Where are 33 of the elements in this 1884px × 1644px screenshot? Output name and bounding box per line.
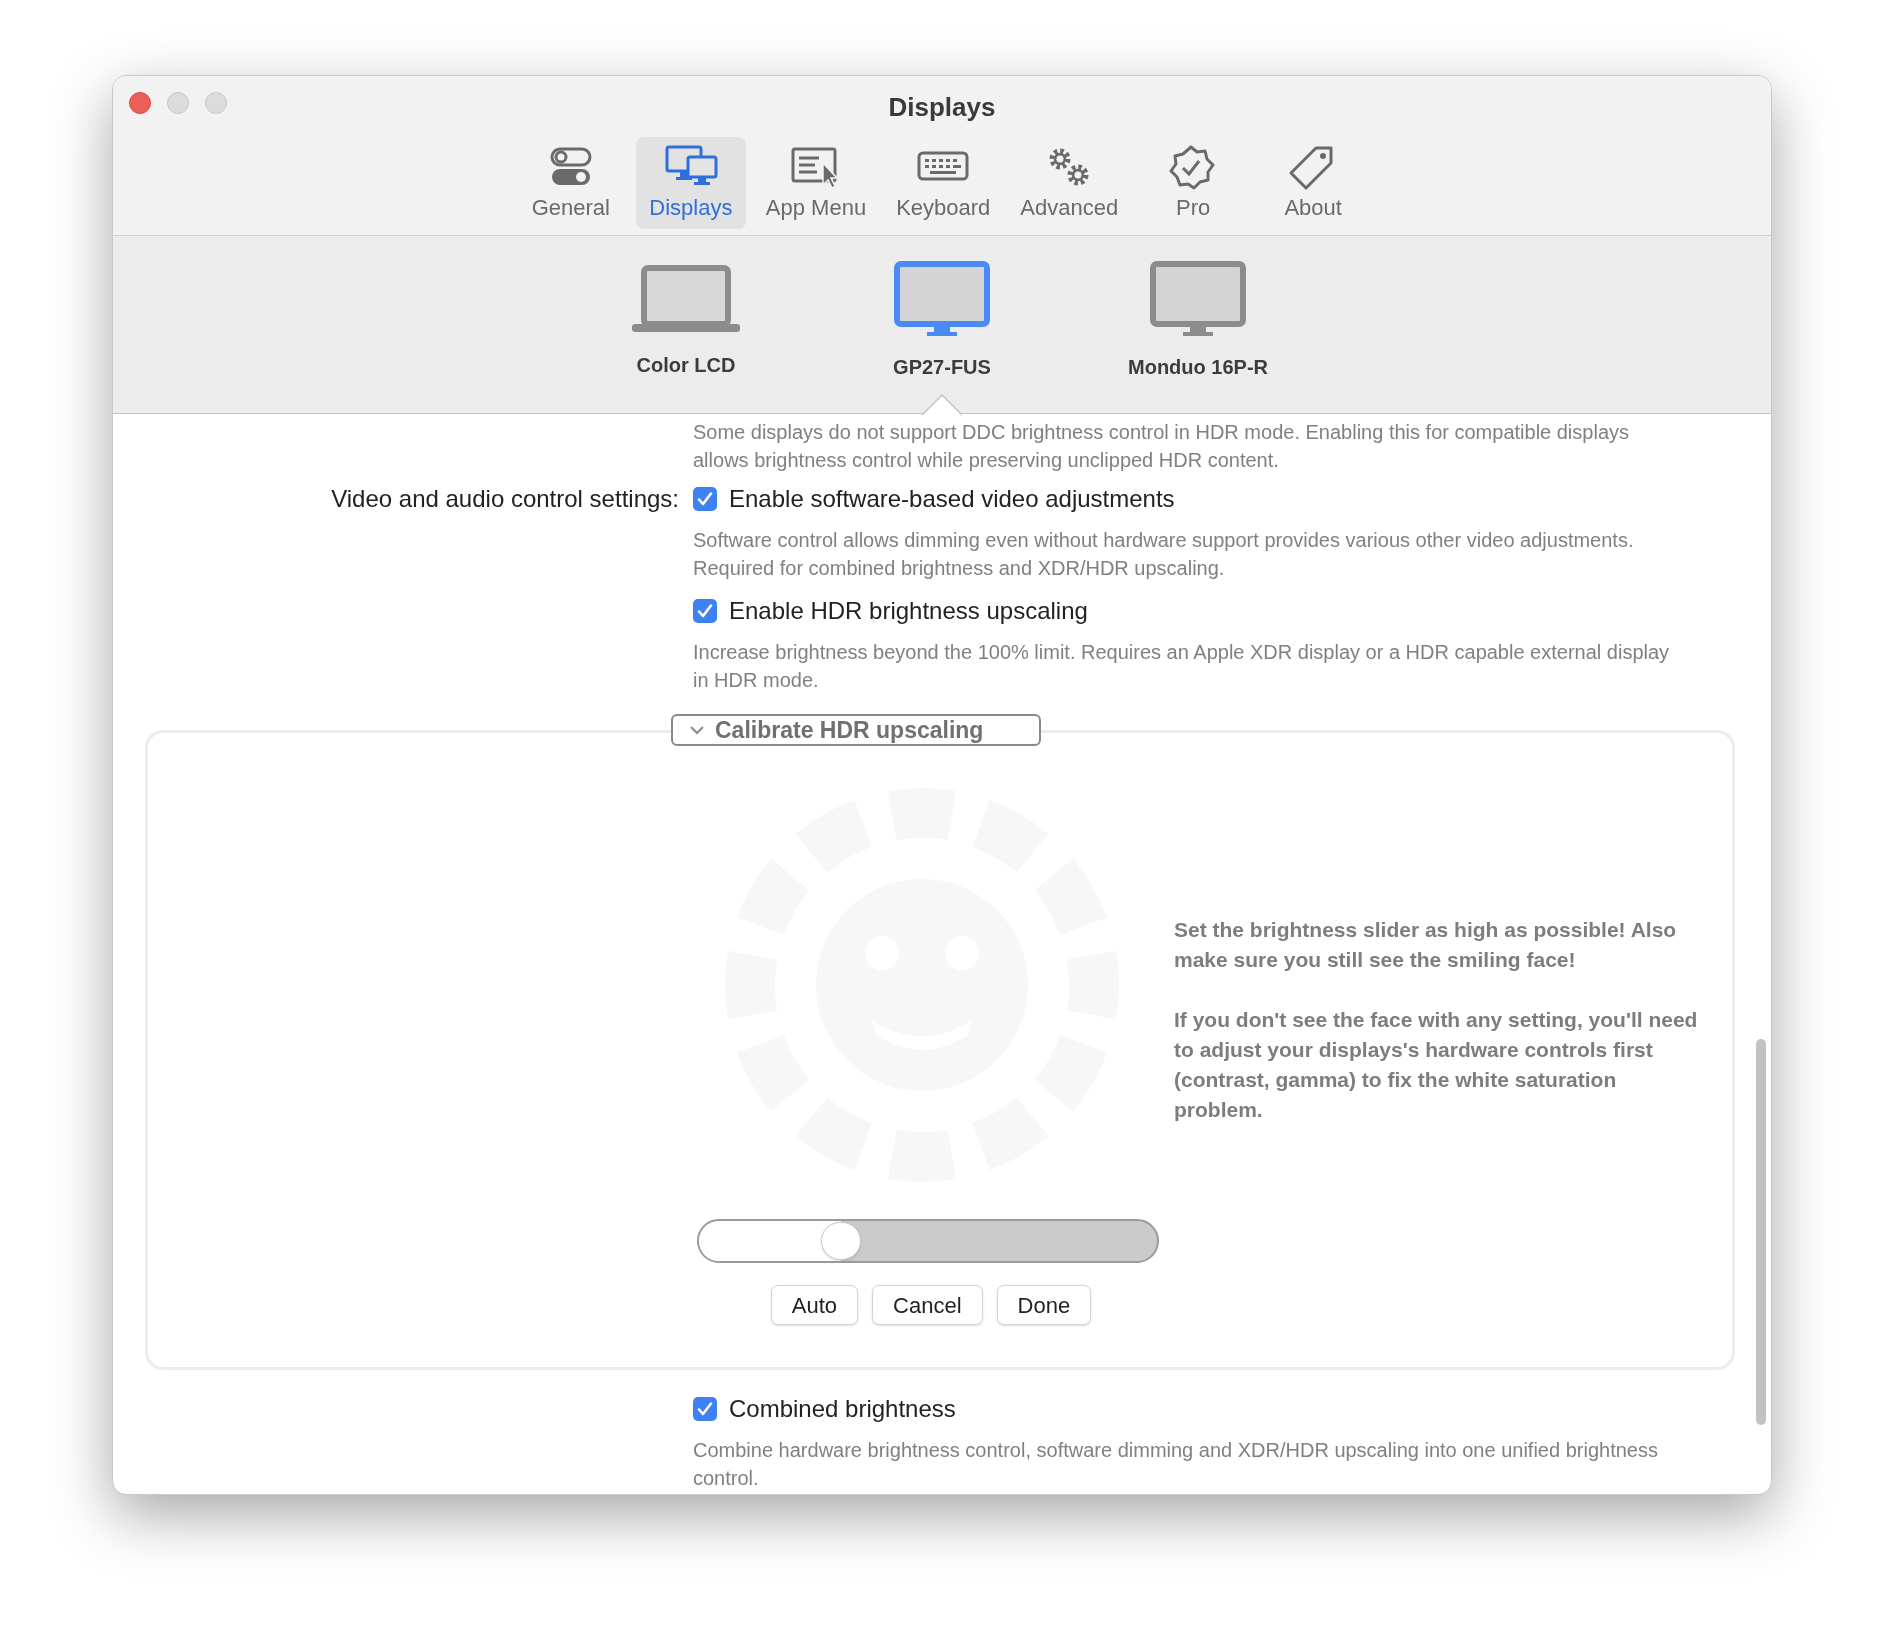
checkbox[interactable] <box>693 599 717 623</box>
toolbar-tab[interactable]: Keyboard <box>886 137 1001 229</box>
display-item[interactable]: Monduo 16P-R <box>1118 260 1278 383</box>
display-item[interactable]: Color LCD <box>606 260 766 383</box>
toolbar-tab[interactable]: Displays <box>635 137 746 229</box>
checkbox[interactable] <box>693 1397 717 1421</box>
checkbox[interactable] <box>693 487 717 511</box>
instruction-text: Set the brightness slider as high as possible! Also make sure you still see the smiling face! <box>1174 917 1678 973</box>
toolbar-tab[interactable]: App Menu <box>755 137 877 229</box>
toolbar-tab[interactable]: Advanced <box>1010 137 1129 229</box>
description-text: Some displays do not support DDC brightness control in HDR mode. Enabling this for compatible displays allows brightness control while preserving unclipped HDR content. <box>693 420 1630 473</box>
brightness-slider[interactable] <box>697 1219 1159 1263</box>
toolbar-tab[interactable]: About <box>1258 137 1369 229</box>
section-label: Video and audio control settings: <box>331 484 679 514</box>
toolbar-tab[interactable]: Pro <box>1138 137 1249 229</box>
dialog-button[interactable]: Done <box>996 1285 1092 1325</box>
instruction-text: If you don't see the face with any setting, you'll need to adjust your displays's hardware controls first (contrast, gamma) to fix the white saturation problem. <box>1174 1007 1699 1123</box>
window-title: Displays <box>888 91 996 124</box>
description-text: Software control allows dimming even without hardware support provides various other video adjustments. Required for combined brightness and XDR/HDR upscaling. <box>693 528 1635 581</box>
close-button[interactable] <box>129 92 151 114</box>
description-text: Combine hardware brightness control, software dimming and XDR/HDR upscaling into one unified brightness control. <box>693 1438 1659 1491</box>
display-item[interactable]: GP27-FUS <box>862 260 1022 383</box>
checkbox-label: Combined brightness <box>729 1394 956 1424</box>
dialog-button[interactable]: Cancel <box>872 1285 983 1325</box>
checkbox-label: Enable software-based video adjustments <box>729 484 1175 514</box>
description-text: Increase brightness beyond the 100% limit. Requires an Apple XDR display or a HDR capable external display in HDR mode. <box>693 640 1671 693</box>
disclosure-button[interactable]: Calibrate HDR upscaling <box>671 714 1041 746</box>
scrollbar[interactable] <box>1756 1039 1766 1425</box>
zoom-button[interactable] <box>205 92 227 114</box>
minimize-button[interactable] <box>167 92 189 114</box>
checkbox-label: Enable HDR brightness upscaling <box>729 596 1088 626</box>
toolbar-tab[interactable]: General <box>515 137 626 229</box>
dialog-button[interactable]: Auto <box>770 1285 859 1325</box>
